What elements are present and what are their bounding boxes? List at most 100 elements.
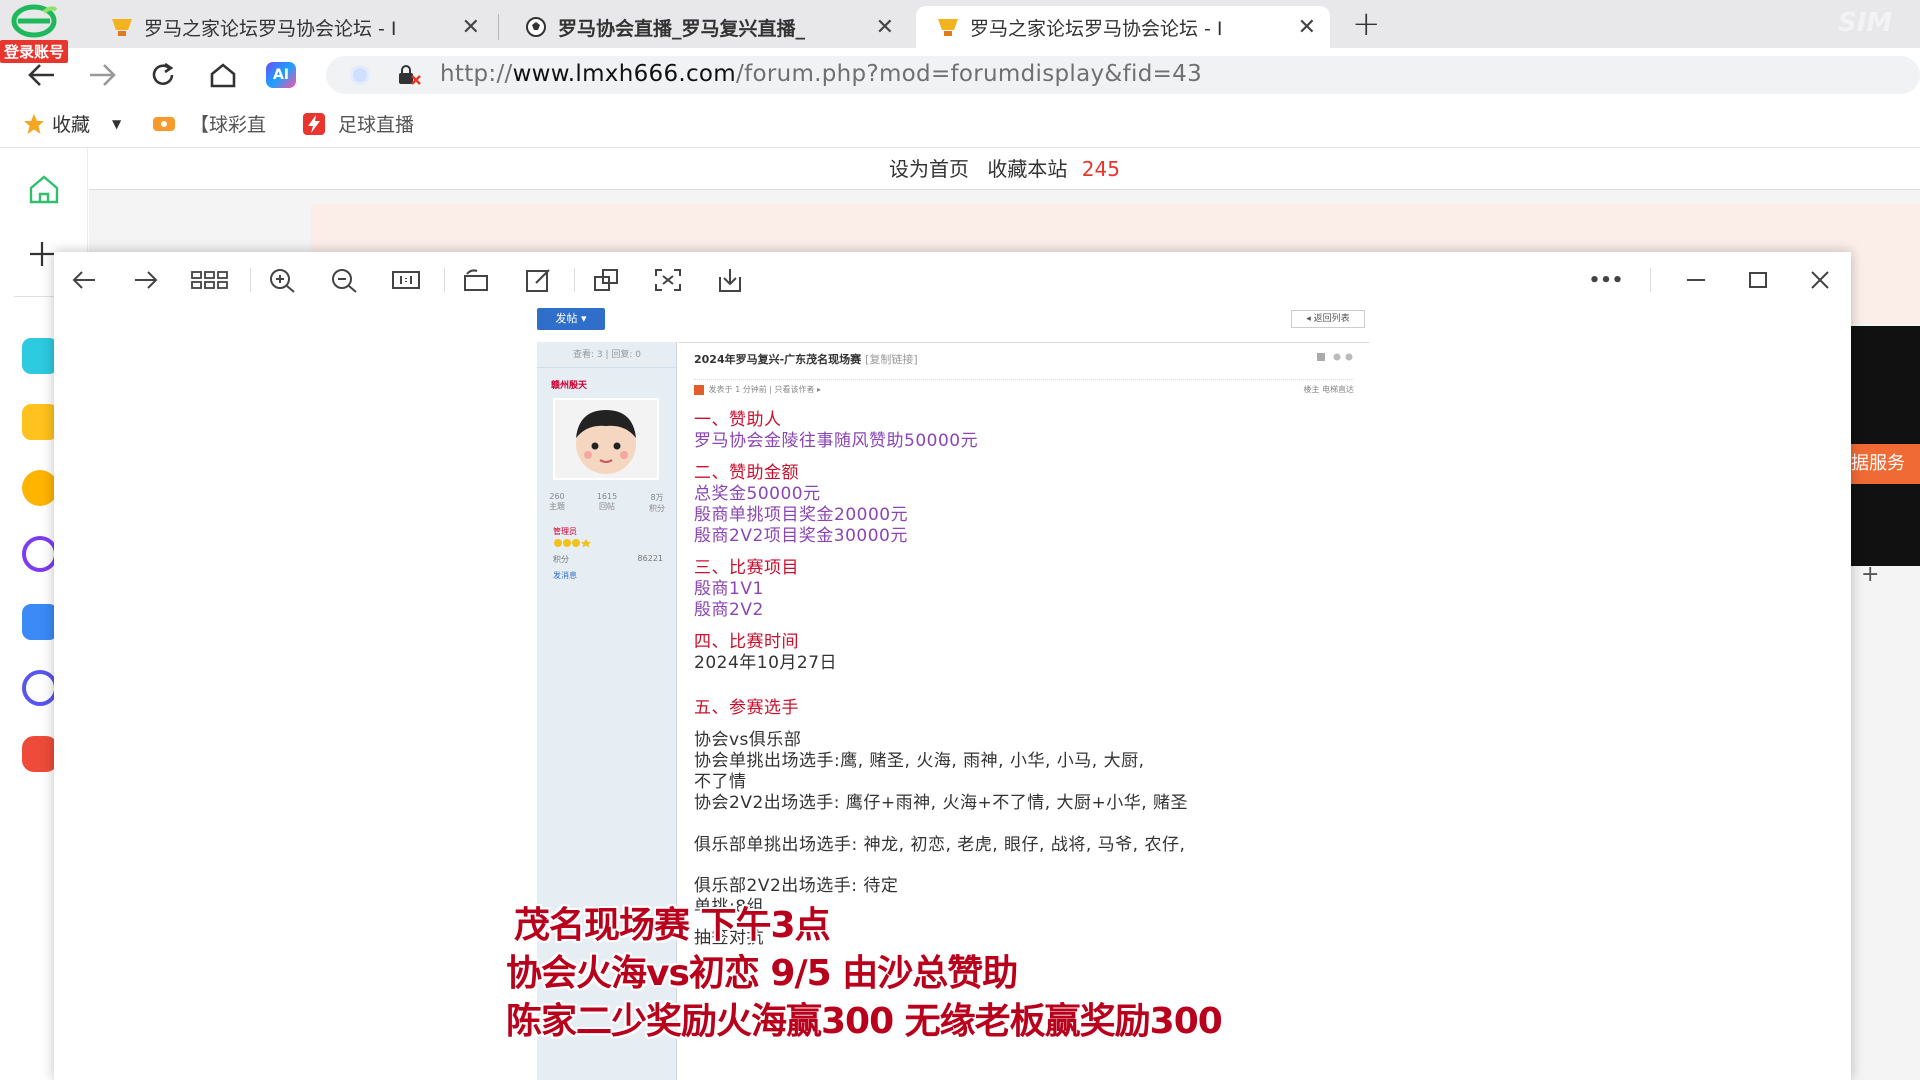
- chevron-down-icon[interactable]: ▼: [112, 117, 121, 131]
- fullscreen-button[interactable]: [652, 266, 684, 294]
- rank-medal-icon: [554, 539, 591, 548]
- tab-1[interactable]: 罗马之家论坛罗马协会论坛 - I ✕: [90, 6, 494, 48]
- bookmarks-bar: 收藏 ▼ 【球彩直 足球直播: [0, 100, 1920, 148]
- insecure-lock-icon[interactable]: [396, 64, 422, 86]
- toolbar-divider: [250, 268, 251, 292]
- edit-icon: [526, 269, 550, 292]
- rotate-button[interactable]: [460, 266, 492, 294]
- set-home-link[interactable]: 设为首页: [889, 157, 969, 181]
- post-line: 罗马协会金陵往事随风赞助50000元: [694, 431, 979, 451]
- back-to-list-button[interactable]: ◂ 返回列表: [1291, 310, 1365, 328]
- url-path: /forum.php?mod=forumdisplay&fid=43: [736, 61, 1203, 87]
- tab-3-active[interactable]: 罗马之家论坛罗马协会论坛 - I ✕: [916, 6, 1330, 48]
- arrow-right-icon: [90, 64, 116, 86]
- caption-line-3: 陈家二少奖励火海赢300 无缘老板赢奖励300: [506, 1001, 1223, 1042]
- edit-button[interactable]: [522, 266, 554, 294]
- caption-line-1: 茂名现场赛 下午3点: [514, 905, 831, 946]
- toolbar-divider: [574, 268, 575, 292]
- zoom-out-button[interactable]: [328, 266, 360, 294]
- side-app-game-icon[interactable]: [22, 736, 58, 772]
- side-add-icon[interactable]: [28, 240, 56, 268]
- avatar[interactable]: [553, 398, 659, 480]
- bookmark-football-live[interactable]: 足球直播: [302, 110, 414, 137]
- viewer-grid-button[interactable]: [190, 266, 230, 294]
- bookmark-lottery[interactable]: 【球彩直: [152, 110, 266, 137]
- new-tab-button[interactable]: +: [1352, 4, 1381, 44]
- ticket-icon: [153, 116, 175, 131]
- stat-points: 8万积分: [649, 492, 665, 514]
- minimize-icon: [1687, 279, 1705, 281]
- close-tab-icon[interactable]: ✕: [876, 15, 894, 40]
- site-shield-icon[interactable]: [350, 65, 370, 85]
- browser-toolbar: AI http://www.lmxh666.com/forum.php?mod=…: [0, 48, 1920, 100]
- address-bar[interactable]: http://www.lmxh666.com/forum.php?mod=for…: [326, 56, 1920, 94]
- maximize-button[interactable]: [1742, 266, 1774, 294]
- send-message-link[interactable]: 发消息: [553, 570, 577, 581]
- bookmark-site-link[interactable]: 收藏本站: [987, 157, 1067, 181]
- download-icon: [719, 269, 741, 292]
- more-options-button[interactable]: •••: [1584, 266, 1628, 294]
- minimize-button[interactable]: [1680, 266, 1712, 294]
- url-prefix: http://: [440, 61, 513, 87]
- author-name[interactable]: 赣州殷天: [551, 378, 587, 391]
- print-share-icon[interactable]: [1315, 351, 1355, 363]
- data-service-button[interactable]: 据服务: [1851, 444, 1920, 484]
- site-top-strip: 设为首页 收藏本站 245: [89, 148, 1920, 190]
- back-button[interactable]: [24, 58, 58, 92]
- url-text[interactable]: http://www.lmxh666.com/forum.php?mod=for…: [440, 61, 1202, 87]
- copy-link[interactable]: [复制链接]: [865, 353, 918, 366]
- thread-stats: 查看: 3 | 回复: 0: [537, 342, 677, 368]
- post-line: 协会2V2出场选手: 鹰仔+雨神, 火海+不了情, 大厨+小华, 赌圣: [694, 793, 1189, 813]
- caption-line-2: 协会火海vs初恋 9/5 由沙总赞助: [506, 953, 1018, 994]
- forward-button[interactable]: [86, 58, 120, 92]
- stat-value: 8万: [650, 493, 664, 502]
- author-role: 管理员: [553, 527, 577, 536]
- right-plus-icon[interactable]: +: [1861, 562, 1879, 587]
- tab-title: 罗马之家论坛罗马协会论坛 - I: [970, 17, 1223, 40]
- stat-label: 回帖: [598, 502, 615, 511]
- zoom-in-button[interactable]: [266, 266, 298, 294]
- toolbar-divider: [444, 268, 445, 292]
- side-app-chat-icon[interactable]: [22, 470, 58, 506]
- post-title: 2024年罗马复兴-广东茂名现场赛 [复制链接]: [694, 351, 918, 367]
- side-home-icon[interactable]: [28, 174, 60, 204]
- post-floor[interactable]: 楼主 电梯直达: [1303, 384, 1354, 395]
- post-line: 殷商2V2项目奖金30000元: [694, 526, 908, 546]
- side-app-ai-icon[interactable]: [22, 604, 58, 640]
- side-app-star-icon[interactable]: [22, 404, 58, 440]
- side-app-bot-icon[interactable]: [22, 670, 58, 706]
- avatar-cartoon-icon: [576, 410, 636, 474]
- close-viewer-button[interactable]: [1804, 266, 1836, 294]
- side-app-calculator-icon[interactable]: [22, 338, 58, 374]
- viewer-prev-button[interactable]: [68, 266, 100, 294]
- actual-size-icon: [392, 271, 420, 289]
- tab-2[interactable]: 罗马协会直播_罗马复兴直播_ ✕: [504, 6, 908, 48]
- browser-logo-icon[interactable]: [10, 4, 58, 38]
- bookmark-favorites[interactable]: 收藏 ▼: [22, 110, 121, 137]
- post-line: 2024年10月27日: [694, 653, 838, 673]
- stat-label: 积分: [648, 504, 665, 513]
- url-host: www.lmxh666.com: [512, 61, 737, 87]
- post-line: 俱乐部单挑出场选手: 神龙, 初恋, 老虎, 眼仔, 战将, 马爷, 农仔,: [694, 835, 1186, 855]
- actual-size-button[interactable]: [390, 266, 422, 294]
- post-title-text: 2024年罗马复兴-广东茂名现场赛: [694, 353, 862, 366]
- home-button[interactable]: [206, 58, 240, 92]
- side-app-browser-icon[interactable]: [22, 536, 58, 572]
- bookmark-label: 收藏: [52, 114, 91, 136]
- viewer-toolbar: •••: [54, 252, 1851, 308]
- close-tab-icon[interactable]: ✕: [462, 15, 480, 40]
- post-date: 发表于 1 分钟前 | 只看该作者 ▸: [708, 385, 822, 394]
- arrow-right-icon: [135, 271, 158, 289]
- compare-button[interactable]: [590, 266, 622, 294]
- download-button[interactable]: [714, 266, 746, 294]
- arrow-left-icon: [28, 64, 54, 86]
- close-tab-icon[interactable]: ✕: [1298, 15, 1316, 40]
- new-post-button[interactable]: 发帖 ▾: [537, 308, 605, 330]
- stat-label: 主题: [549, 502, 565, 511]
- reload-button[interactable]: [146, 58, 180, 92]
- viewer-next-button[interactable]: [130, 266, 162, 294]
- corner-watermark-icon: SIM: [1838, 8, 1893, 38]
- ai-assistant-button[interactable]: AI: [266, 62, 296, 88]
- zoom-out-icon: [332, 269, 357, 293]
- login-badge[interactable]: 登录账号: [0, 40, 69, 63]
